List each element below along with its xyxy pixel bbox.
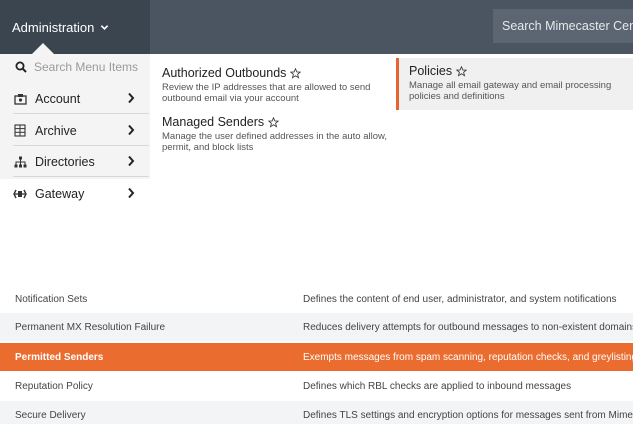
menu-search-placeholder: Search Menu Items (34, 60, 139, 74)
table-row[interactable]: Permanent MX Resolution Failure Reduces … (0, 313, 633, 341)
menu-managed-senders[interactable]: Managed Senders Manage the user defined … (162, 115, 394, 153)
sidebar-item-directories[interactable]: Directories (13, 147, 149, 177)
authorized-outbounds-description: Review the IP addresses that are allowed… (162, 82, 371, 104)
managed-senders-title: Managed Senders (162, 115, 265, 129)
row-name: Permanent MX Resolution Failure (15, 321, 166, 333)
row-name: Permitted Senders (15, 351, 104, 363)
global-search-input[interactable]: Search Mimecaster Central (493, 9, 633, 43)
search-icon (15, 61, 27, 73)
sidebar-item-label: Directories (35, 154, 95, 169)
menu-policies[interactable]: Policies Manage all email gateway and em… (396, 58, 633, 110)
administration-label: Administration (12, 19, 95, 35)
row-description: Defines which RBL checks are applied to … (303, 380, 572, 392)
directories-icon (13, 155, 27, 169)
menu-search-input[interactable]: Search Menu Items (0, 54, 150, 80)
star-icon[interactable] (268, 116, 280, 128)
menu-pointer (32, 43, 54, 54)
managed-senders-description: Manage the user defined addresses in the… (162, 131, 387, 153)
administration-menu-button[interactable]: Administration (0, 0, 150, 54)
sidebar-item-gateway[interactable]: Gateway (13, 179, 149, 209)
star-icon[interactable] (290, 67, 302, 79)
row-name: Reputation Policy (15, 380, 93, 392)
policies-title: Policies (409, 64, 453, 78)
row-description: Exempts messages from spam scanning, rep… (303, 351, 633, 363)
archive-icon (13, 124, 27, 138)
global-search-placeholder: Search Mimecaster Central (502, 19, 633, 33)
chevron-right-icon (128, 124, 135, 136)
table-row[interactable]: Reputation Policy Defines which RBL chec… (0, 372, 633, 400)
sidebar-menu: Search Menu Items Account Archive Direct… (0, 54, 150, 209)
star-icon[interactable] (456, 65, 468, 77)
row-name: Secure Delivery (15, 409, 86, 421)
sidebar-item-label: Account (35, 91, 81, 106)
chevron-right-icon (128, 187, 135, 199)
row-description: Defines TLS settings and encryption opti… (303, 409, 633, 421)
row-description: Reduces delivery attempts for outbound m… (303, 321, 633, 333)
account-icon (13, 92, 27, 106)
menu-authorized-outbounds[interactable]: Authorized Outbounds Review the IP addre… (162, 66, 392, 104)
table-row[interactable]: Notification Sets Defines the content of… (0, 285, 633, 313)
row-description: Defines the content of end user, adminis… (303, 293, 617, 305)
chevron-down-icon (101, 24, 109, 30)
top-bar: Administration Search Mimecaster Central (0, 0, 633, 54)
sidebar-item-label: Archive (35, 123, 77, 138)
sidebar-item-label: Gateway (35, 187, 85, 201)
policies-description: Manage all email gateway and email proce… (409, 80, 612, 102)
sidebar-item-archive[interactable]: Archive (13, 116, 149, 146)
chevron-right-icon (128, 155, 135, 167)
chevron-right-icon (128, 92, 135, 104)
authorized-outbounds-title: Authorized Outbounds (162, 66, 287, 80)
gateway-icon (13, 187, 27, 201)
sidebar-item-account[interactable]: Account (13, 84, 149, 114)
table-row[interactable]: Secure Delivery Defines TLS settings and… (0, 401, 633, 424)
table-row-selected[interactable]: Permitted Senders Exempts messages from … (0, 343, 633, 371)
row-name: Notification Sets (15, 293, 88, 305)
